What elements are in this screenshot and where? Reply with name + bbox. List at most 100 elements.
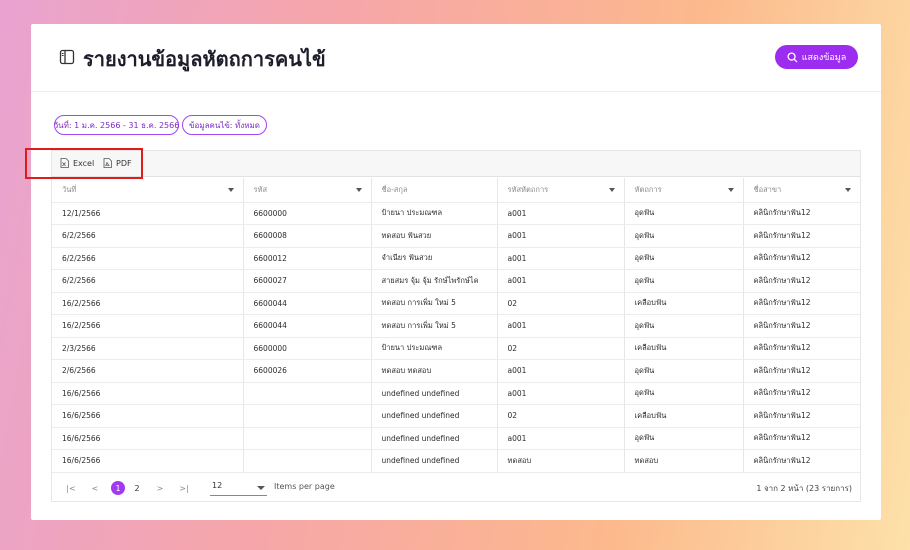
table-cell: คลินิกรักษาฟัน12 [743,359,860,383]
table-cell [243,404,372,428]
table-cell: อุดฟัน [624,382,744,405]
table-cell: คลินิกรักษาฟัน12 [743,202,860,225]
report-card: รายงานข้อมูลหัตถการคนไข้ แสดงข้อมูล วันท… [31,24,881,520]
table-row[interactable]: 6/2/2566 6600012 จำเนียร ฟันสวย a001 อุดฟันค… [52,247,860,270]
table-cell: อุดฟัน [624,247,744,270]
table-row[interactable]: 16/6/2566 undefined undefined a001 อุดฟัน คล… [52,382,860,405]
column-header-label: รหัสหัตถการ [507,184,549,194]
table-cell [243,382,372,405]
table-cell: 6600027 [243,269,372,293]
page-size-select[interactable]: 12 [210,481,267,496]
table-cell: a001 [497,314,625,338]
table-row[interactable]: 2/3/2566 6600000 ป้ายนา ประมณฑล 02 เคลือบฟัน… [52,337,860,360]
sort-caret-icon[interactable] [227,188,234,192]
table-cell: a001 [497,269,625,293]
table-cell: ทดสอบ [497,449,625,473]
table-cell: 02 [497,292,625,315]
column-header[interactable]: หัตถการ [624,178,744,203]
table-cell: คลินิกรักษาฟัน12 [743,269,860,293]
table-row[interactable]: 16/6/2566 undefined undefined a001 อุดฟัน คล… [52,427,860,450]
page-button-2[interactable]: 2 [130,481,144,495]
column-header[interactable]: วันที่ [52,178,244,203]
table-cell: 16/2/2566 [52,314,244,338]
table-cell: 6600044 [243,314,372,338]
table-cell: a001 [497,382,625,405]
column-header[interactable]: รหัส [243,178,372,203]
last-page-button[interactable]: >| [177,481,191,495]
table-cell: คลินิกรักษาฟัน12 [743,247,860,270]
search-icon [787,51,798,63]
table-cell: a001 [497,224,625,248]
column-header[interactable]: ชื่อ-สกุล [371,178,498,203]
page-header: รายงานข้อมูลหัตถการคนไข้ แสดงข้อมูล [31,24,881,92]
table-row[interactable]: 16/2/2566 6600044 ทดสอบ การเพิ่ม ใหม่ 5 a00… [52,314,860,338]
table-cell [243,449,372,473]
column-header[interactable]: รหัสหัตถการ [497,178,625,203]
next-page-button[interactable]: > [153,481,167,495]
table-cell: 6600026 [243,359,372,383]
column-header[interactable]: ชื่อสาขา [743,178,860,203]
table-header-row: วันที่ รหัส ชื่อ-สกุล รหัสหัตถการ หัตถกา… [52,178,860,203]
table-cell: คลินิกรักษาฟัน12 [743,449,860,473]
table-cell: สายสมร จุ้ม จุ้ม รักษ์ไพรักษ์ไค [371,269,498,293]
paginator: |< < 1 2 > >| 12 Items per page 1 จาก 2 … [52,474,860,502]
table-row[interactable]: 16/2/2566 6600044 ทดสอบ การเพิ่ม ใหม่ 5 02 เ… [52,292,860,315]
column-header-label: หัตถการ [634,184,662,194]
table-cell: เคลือบฟัน [624,292,744,315]
items-per-page-label: Items per page [274,482,335,491]
table-cell: a001 [497,202,625,225]
column-header-label: ชื่อสาขา [753,184,782,194]
date-filter-chip[interactable]: วันที่: 1 ม.ค. 2566 - 31 ธ.ค. 2566 [54,115,179,135]
chevron-down-icon [257,486,265,490]
table-cell: คลินิกรักษาฟัน12 [743,404,860,428]
page-button-1[interactable]: 1 [111,481,125,495]
sidebar-panel-icon[interactable] [59,49,75,65]
table-cell: 6600000 [243,202,372,225]
sort-caret-icon[interactable] [845,188,851,192]
table-cell: 16/6/2566 [52,404,244,428]
page-range-label: 1 จาก 2 หน้า (23 รายการ) [756,484,852,493]
table-cell: คลินิกรักษาฟัน12 [743,427,860,450]
table-cell: undefined undefined [371,382,498,405]
table-cell: คลินิกรักษาฟัน12 [743,292,860,315]
previous-page-button[interactable]: < [88,481,102,495]
table-cell: 16/2/2566 [52,292,244,315]
table-cell [243,427,372,450]
show-data-button[interactable]: แสดงข้อมูล [775,45,858,69]
table-cell: a001 [497,427,625,450]
table-cell: 12/1/2566 [52,202,244,225]
table-row[interactable]: 2/6/2566 6600026 ทดสอบ ทดสอบ a001 อุดฟัน คลิน… [52,359,860,383]
table-cell: 6600000 [243,337,372,360]
report-table: วันที่ รหัส ชื่อ-สกุล รหัสหัตถการ หัตถกา… [52,178,860,473]
first-page-button[interactable]: |< [64,481,78,495]
table-cell: คลินิกรักษาฟัน12 [743,314,860,338]
show-data-label: แสดงข้อมูล [801,53,847,63]
table-cell: จำเนียร ฟันสวย [371,247,498,270]
column-header-label: วันที่ [62,184,77,194]
table-row[interactable]: 12/1/2566 6600000 ป้ายนา ประมณฑล a001 อุดฟัน… [52,202,860,225]
sort-caret-icon[interactable] [355,188,362,192]
table-cell: undefined undefined [371,404,498,428]
table-row[interactable]: 16/6/2566 undefined undefined 02 เคลือบฟันค… [52,404,860,428]
table-row[interactable]: 16/6/2566 undefined undefined ทดสอบ ทดสอบ คล… [52,449,860,473]
table-cell: 02 [497,337,625,360]
table-cell: อุดฟัน [624,269,744,293]
page-title: รายงานข้อมูลหัตถการคนไข้ [83,47,326,71]
table-cell: a001 [497,247,625,270]
table-cell: อุดฟัน [624,314,744,338]
table-cell: คลินิกรักษาฟัน12 [743,337,860,360]
table-cell: 6/2/2566 [52,247,244,270]
sort-caret-icon[interactable] [727,188,734,192]
table-cell: ทดสอบ ฟันสวย [371,224,498,248]
column-header-label: รหัส [253,184,268,194]
table-cell: 6/2/2566 [52,224,244,248]
sort-caret-icon[interactable] [608,188,615,192]
table-cell: ทดสอบ การเพิ่ม ใหม่ 5 [371,314,498,338]
table-cell: อุดฟัน [624,359,744,383]
table-row[interactable]: 6/2/2566 6600027 สายสมร จุ้ม จุ้ม รักษ์ไพร… [52,269,860,293]
patient-filter-chip[interactable]: ข้อมูลคนไข้: ทั้งหมด [182,115,267,135]
table-cell: 6600044 [243,292,372,315]
table-cell: 2/6/2566 [52,359,244,383]
table-cell: 16/6/2566 [52,382,244,405]
table-row[interactable]: 6/2/2566 6600008 ทดสอบ ฟันสวย a001 อุดฟัน คลิ… [52,224,860,248]
